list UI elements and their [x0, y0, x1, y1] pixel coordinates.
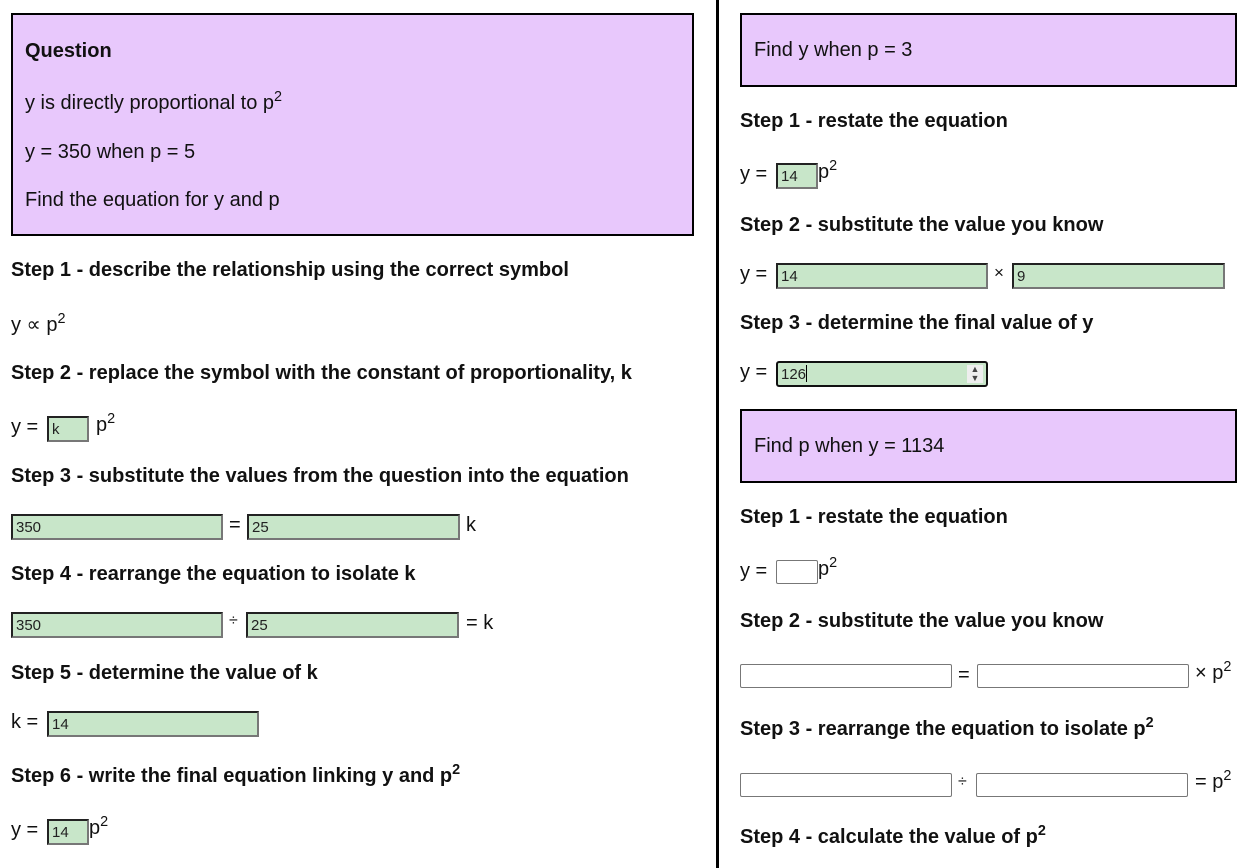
part-a-step2-input-1[interactable]: 14	[776, 263, 988, 289]
left-step2-prefix: y =	[11, 416, 39, 438]
question-line-2: y = 350 when p = 5	[25, 141, 196, 163]
question-line-3: Find the equation for y and p	[25, 189, 280, 211]
part-b-step1-suffix: p2	[818, 555, 838, 580]
part-a-step1-prefix: y =	[740, 163, 768, 185]
left-step2-label: Step 2 - replace the symbol with the con…	[11, 362, 632, 384]
part-a-step2-input-2[interactable]: 9	[1012, 263, 1225, 289]
left-step2-suffix: p2	[96, 411, 116, 436]
part-a-step1-k-input[interactable]: 14	[776, 163, 818, 189]
part-b-step3-input-2[interactable]	[976, 773, 1188, 797]
left-step4-input-1[interactable]: 350	[11, 612, 223, 638]
question-box: Question y is directly proportional to p…	[11, 13, 694, 236]
left-step4-label: Step 4 - rearrange the equation to isola…	[11, 563, 416, 585]
question-title: Question	[25, 40, 112, 62]
part-b-step3-label: Step 3 - rearrange the equation to isola…	[740, 715, 1154, 740]
left-step1-expression: y ∝ p2	[11, 311, 66, 336]
part-a-step3-y-value-input[interactable]: 126 ▲ ▼	[776, 361, 988, 387]
left-step3-operator: =	[229, 514, 241, 536]
part-a-step1-suffix: p2	[818, 158, 838, 183]
left-step4-suffix: = k	[466, 612, 494, 634]
left-step5-label: Step 5 - determine the value of k	[11, 662, 318, 684]
part-b-step3-operator: ÷	[958, 773, 967, 790]
question-line-1: y is directly proportional to p2	[25, 89, 283, 114]
part-b-step3-input-1[interactable]	[740, 773, 952, 797]
find-p-prompt: Find p when y = 1134	[754, 435, 945, 457]
part-a-step3-label: Step 3 - determine the final value of y	[740, 312, 1094, 334]
number-spinner-icon[interactable]: ▲ ▼	[967, 365, 983, 383]
part-a-step3-prefix: y =	[740, 361, 768, 383]
column-divider	[716, 0, 719, 868]
part-b-step2-suffix: × p2	[1195, 659, 1232, 684]
left-step6-k-input[interactable]: 14	[47, 819, 89, 845]
left-step3-suffix: k	[466, 514, 476, 536]
left-step6-suffix: p2	[89, 814, 109, 839]
part-b-step4-label: Step 4 - calculate the value of p2	[740, 823, 1046, 848]
part-a-step2-prefix: y =	[740, 263, 768, 285]
part-a-step2-operator: ×	[994, 263, 1004, 282]
part-b-step2-input-2[interactable]	[977, 664, 1189, 688]
part-a-step2-label: Step 2 - substitute the value you know	[740, 214, 1104, 236]
part-b-step1-k-input[interactable]	[776, 560, 818, 584]
find-y-prompt-box: Find y when p = 3	[740, 13, 1237, 87]
left-step3-input-2[interactable]: 25	[247, 514, 460, 540]
left-step4-operator: ÷	[229, 612, 238, 629]
part-b-step2-input-1[interactable]	[740, 664, 952, 688]
left-step1-label: Step 1 - describe the relationship using…	[11, 259, 569, 281]
left-step6-prefix: y =	[11, 819, 39, 841]
part-a-step1-label: Step 1 - restate the equation	[740, 110, 1008, 132]
left-step3-label: Step 3 - substitute the values from the …	[11, 465, 629, 487]
part-b-step1-prefix: y =	[740, 560, 768, 582]
left-step3-input-1[interactable]: 350	[11, 514, 223, 540]
part-b-step3-suffix: = p2	[1195, 768, 1232, 793]
left-step4-input-2[interactable]: 25	[246, 612, 459, 638]
left-step5-prefix: k =	[11, 711, 39, 733]
find-p-prompt-box: Find p when y = 1134	[740, 409, 1237, 483]
part-b-step2-operator: =	[958, 664, 970, 686]
left-step5-k-value-input[interactable]: 14	[47, 711, 259, 737]
find-y-prompt: Find y when p = 3	[754, 39, 913, 61]
text-caret	[806, 365, 808, 382]
part-b-step2-label: Step 2 - substitute the value you know	[740, 610, 1104, 632]
left-step6-label: Step 6 - write the final equation linkin…	[11, 762, 461, 787]
part-b-step1-label: Step 1 - restate the equation	[740, 506, 1008, 528]
left-step2-k-input[interactable]: k	[47, 416, 89, 442]
